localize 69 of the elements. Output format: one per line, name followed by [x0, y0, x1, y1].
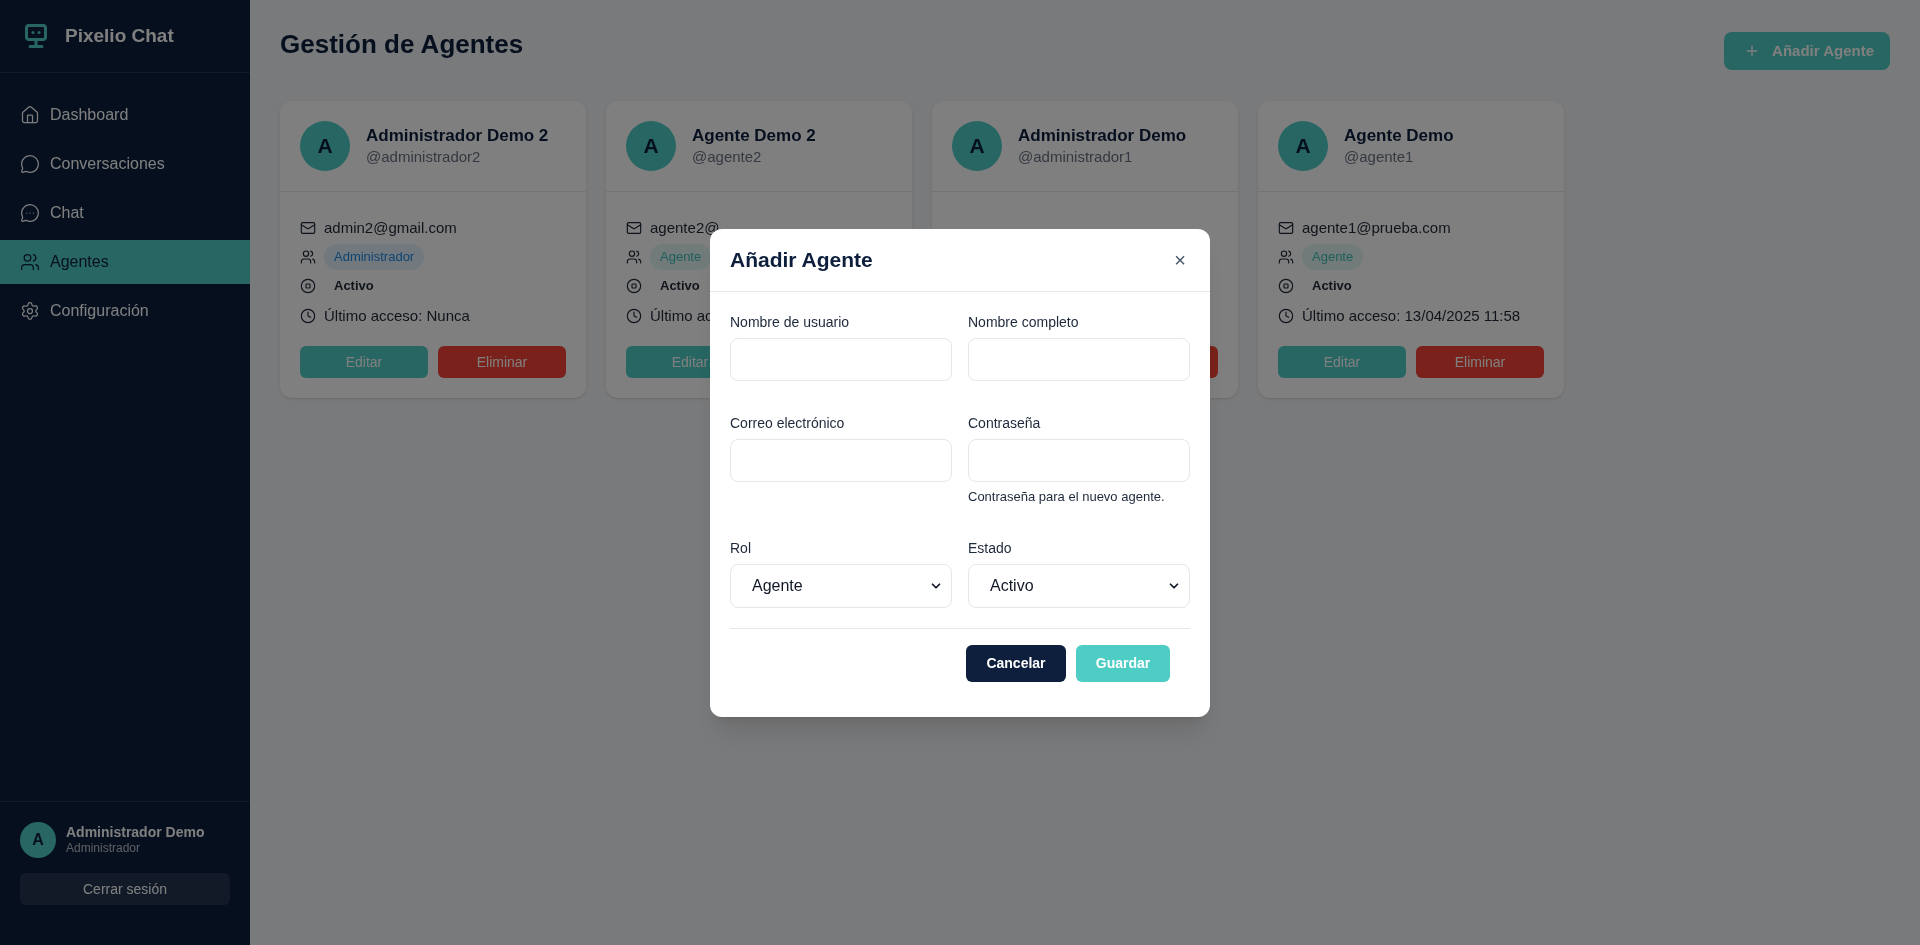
- last-access: Último acceso: Nunca: [324, 305, 470, 326]
- agent-username: @administrador2: [366, 147, 482, 167]
- users-icon: [1278, 249, 1294, 265]
- status-label: Activo: [1311, 277, 1353, 296]
- agent-username: @agente2: [692, 147, 763, 167]
- agent-email: admin2@gmail.com: [324, 217, 457, 238]
- delete-button[interactable]: Eliminar: [438, 346, 566, 378]
- input-field[interactable]: [730, 337, 952, 381]
- agent-name: Administrador Demo 2: [366, 125, 549, 147]
- delete-button[interactable]: Eliminar: [1416, 346, 1544, 378]
- avatar: A: [20, 822, 56, 858]
- mail-icon: [1278, 220, 1294, 236]
- cancel-button[interactable]: Cancelar: [966, 644, 1066, 682]
- dialog-title: Añadir Agente: [730, 246, 873, 273]
- status-ring-icon: [626, 278, 642, 294]
- field-hint: Contraseña para el nuevo agente.: [968, 487, 1166, 506]
- page-title: Gestión de Agentes: [280, 30, 524, 58]
- select-field[interactable]: Activo: [968, 563, 1190, 608]
- status-label: Activo: [333, 277, 375, 296]
- status-ring-icon: [1278, 278, 1294, 294]
- speech-bubble-icon: [20, 154, 40, 174]
- input-field[interactable]: [730, 438, 952, 482]
- input-field[interactable]: [968, 438, 1190, 482]
- nav-item[interactable]: Chat: [0, 191, 250, 235]
- chat-dots-icon: [20, 203, 40, 223]
- status-ring-icon: [300, 278, 316, 294]
- status-label: Activo: [659, 277, 701, 296]
- mail-icon: [626, 220, 642, 236]
- nav-item[interactable]: Agentes: [0, 240, 250, 284]
- close-button[interactable]: ×: [1170, 249, 1190, 270]
- users-icon: [20, 252, 40, 272]
- nav-item[interactable]: Dashboard: [0, 93, 250, 137]
- agent-email: agente2@: [650, 217, 720, 238]
- select-field[interactable]: Agente: [730, 563, 952, 608]
- settings-icon: [20, 301, 40, 321]
- role-badge: Agente: [650, 244, 712, 270]
- avatar: A: [1278, 121, 1328, 171]
- clock-icon: [300, 308, 316, 324]
- agent-email: agente1@prueba.com: [1302, 217, 1451, 238]
- field-label: Nombre de usuario: [730, 312, 851, 332]
- agent-username: @agente1: [1344, 147, 1415, 167]
- clock-icon: [1278, 308, 1294, 324]
- home-icon: [20, 105, 40, 125]
- agent-name: Administrador Demo: [1018, 125, 1187, 147]
- field-label: Rol: [730, 538, 752, 558]
- nav-item[interactable]: Configuración: [0, 289, 250, 333]
- nav-item[interactable]: Conversaciones: [0, 142, 250, 186]
- user-role: Administrador: [66, 841, 142, 856]
- agent-username: @administrador1: [1018, 147, 1134, 167]
- clock-icon: [626, 308, 642, 324]
- last-access: Último acceso: 13/04/2025 11:58: [1302, 305, 1521, 326]
- monitor-face-icon: [25, 24, 47, 48]
- role-badge: Administrador: [324, 244, 425, 270]
- avatar: A: [300, 121, 350, 171]
- brand-name: Pixelio Chat: [65, 23, 174, 48]
- field-label: Nombre completo: [968, 312, 1080, 332]
- mail-icon: [300, 220, 316, 236]
- field-label: Correo electrónico: [730, 413, 846, 433]
- users-icon: [626, 249, 642, 265]
- role-badge: Agente: [1302, 244, 1364, 270]
- users-icon: [300, 249, 316, 265]
- field-label: Contraseña: [968, 413, 1042, 433]
- avatar: A: [952, 121, 1002, 171]
- user-name: Administrador Demo: [66, 824, 205, 841]
- avatar: A: [626, 121, 676, 171]
- agent-name: Agente Demo 2: [692, 125, 816, 147]
- agent-name: Agente Demo: [1344, 125, 1454, 147]
- input-field[interactable]: [968, 337, 1190, 381]
- field-label: Estado: [968, 538, 1013, 558]
